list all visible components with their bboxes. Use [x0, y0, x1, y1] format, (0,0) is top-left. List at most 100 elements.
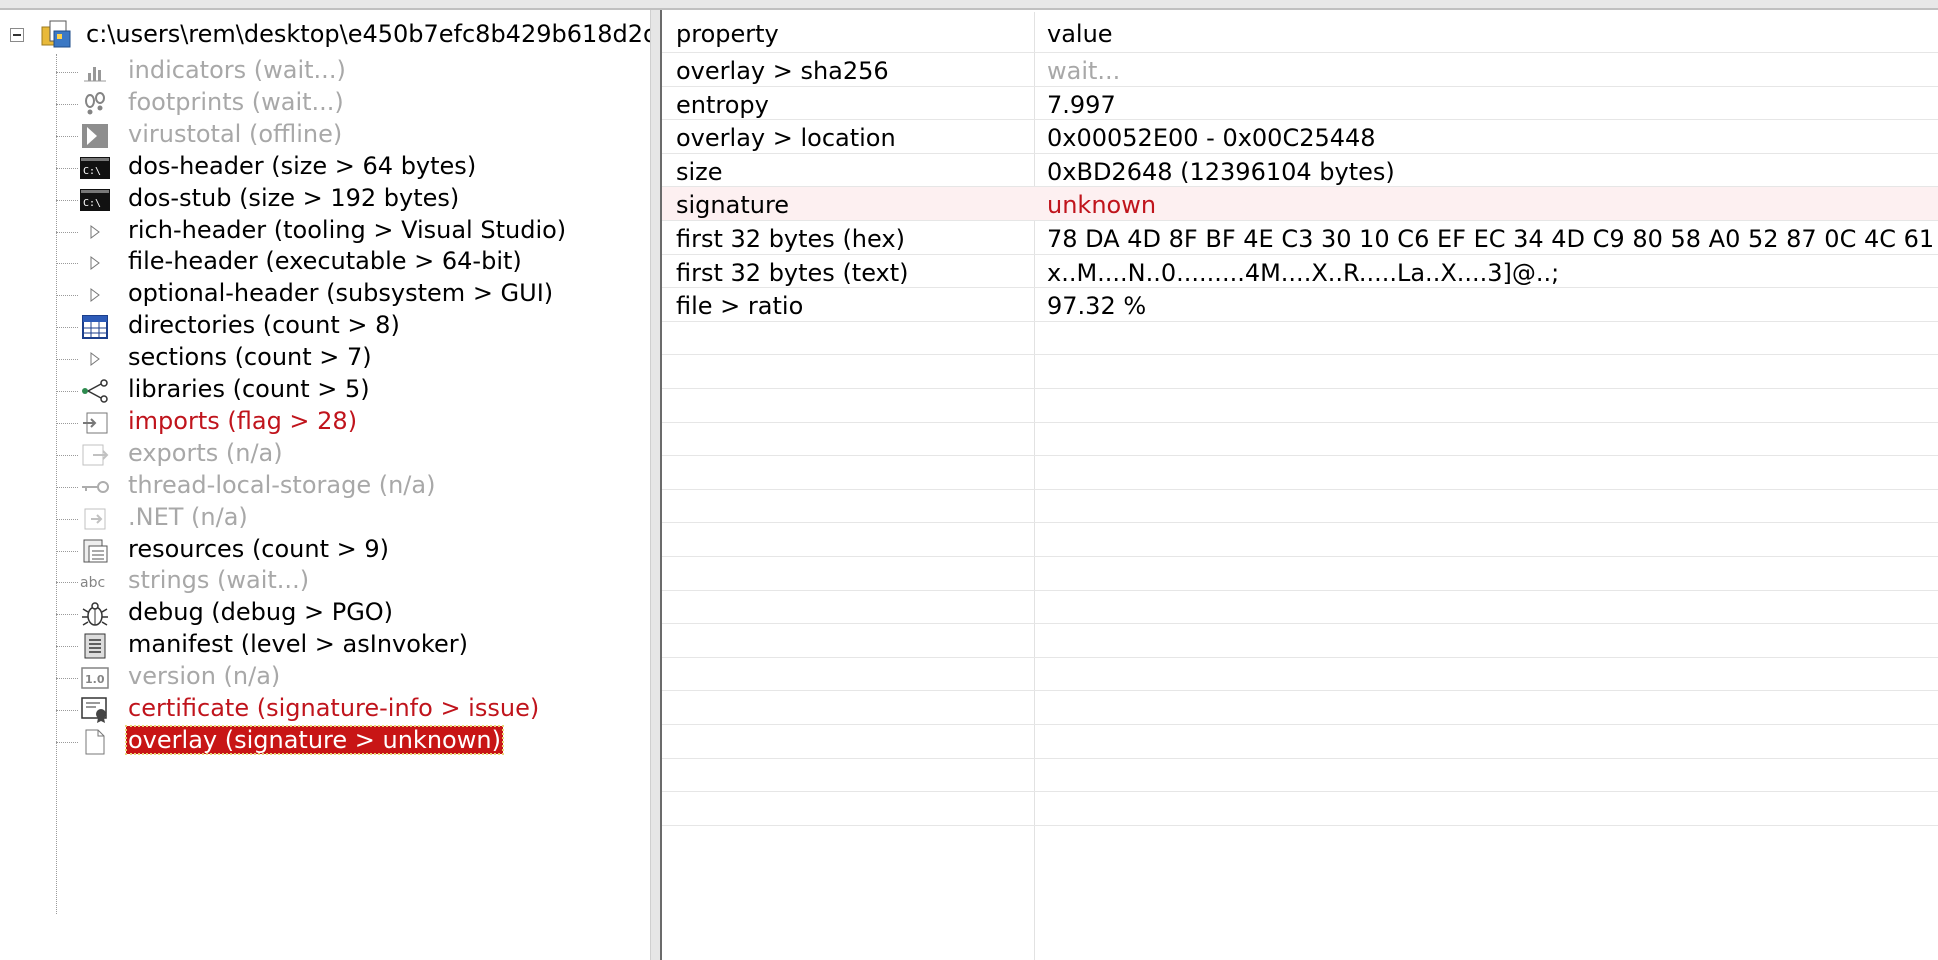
grid-row[interactable]: file > ratio 97.32 %	[662, 288, 1938, 322]
grid-empty-row	[662, 691, 1938, 725]
tree-connector	[56, 359, 78, 361]
tree-node[interactable]: sections (count > 7)	[56, 341, 646, 375]
tree-node[interactable]: 1.0 version (n/a)	[56, 660, 646, 694]
tree-node[interactable]: virustotal (offline)	[56, 118, 646, 152]
tree-connector	[56, 614, 78, 616]
tree-node-label[interactable]: libraries (count > 5)	[126, 375, 372, 403]
grid-cell-property: overlay > sha256	[676, 57, 889, 85]
tree-node-label[interactable]: directories (count > 8)	[126, 311, 402, 339]
tree-node[interactable]: exports (n/a)	[56, 437, 646, 471]
tree-node[interactable]: C:\ dos-stub (size > 192 bytes)	[56, 182, 646, 216]
tree-node[interactable]: rich-header (tooling > Visual Studio)	[56, 214, 646, 248]
footprints-icon	[80, 90, 110, 118]
tree-connector	[56, 550, 78, 552]
grid-cell-value: 0xBD2648 (12396104 bytes)	[1047, 157, 1395, 186]
tree-node-label[interactable]: dos-header (size > 64 bytes)	[126, 152, 478, 180]
triangle-right-icon	[80, 281, 110, 309]
grid-empty-row	[662, 557, 1938, 591]
tree-node-label[interactable]: debug (debug > PGO)	[126, 598, 395, 626]
tree-node[interactable]: libraries (count > 5)	[56, 373, 646, 407]
tree-node-label[interactable]: file-header (executable > 64-bit)	[126, 247, 524, 275]
dotnet-box-icon	[80, 505, 110, 533]
tree-connector	[56, 199, 78, 201]
tree-node[interactable]: certificate (signature-info > issue)	[56, 692, 646, 726]
tree-connector	[56, 422, 78, 424]
tree-connector	[56, 710, 78, 711]
tree-node[interactable]: abc strings (wait...)	[56, 564, 646, 598]
tree-node-label[interactable]: indicators (wait...)	[126, 56, 348, 84]
table-grid-icon	[80, 313, 110, 341]
tree-node-label[interactable]: sections (count > 7)	[126, 343, 374, 371]
tree-node-label[interactable]: virustotal (offline)	[126, 120, 344, 148]
key-icon	[80, 473, 110, 501]
tree-node[interactable]: indicators (wait...)	[56, 54, 646, 88]
grid-empty-row	[662, 456, 1938, 490]
grid-cell-value: wait...	[1047, 57, 1121, 85]
tree-root[interactable]: c:\users\rem\desktop\e450b7efc8b429b618d…	[0, 16, 650, 52]
tree-node-label[interactable]: thread-local-storage (n/a)	[126, 471, 437, 499]
tree-node[interactable]: footprints (wait...)	[56, 86, 646, 120]
pane-splitter[interactable]	[650, 10, 662, 960]
grid-cell-property: signature	[676, 191, 790, 220]
tree-node[interactable]: imports (flag > 28)	[56, 405, 646, 439]
grid-row[interactable]: overlay > location 0x00052E00 - 0x00C2544…	[662, 120, 1938, 154]
header-property[interactable]: property	[676, 20, 779, 48]
grid-row[interactable]: first 32 bytes (hex) 78 DA 4D 8F BF 4E C3…	[662, 221, 1938, 255]
tree-node-label[interactable]: overlay (signature > unknown)	[125, 724, 504, 755]
triangle-right-icon	[80, 218, 110, 246]
tree-connector	[56, 678, 78, 680]
tree-connector	[56, 518, 78, 520]
grid-cell-property: overlay > location	[676, 124, 896, 153]
collapse-toggle-icon[interactable]	[10, 28, 24, 42]
tree-node-label[interactable]: certificate (signature-info > issue)	[126, 694, 541, 722]
tree-node-label[interactable]: footprints (wait...)	[126, 88, 346, 116]
tree-node[interactable]: file-header (executable > 64-bit)	[56, 245, 646, 279]
tree-node-label[interactable]: exports (n/a)	[126, 439, 285, 467]
abc-text-icon: abc	[80, 568, 110, 596]
network-share-icon	[80, 377, 110, 405]
tree-node[interactable]: overlay (signature > unknown)	[56, 724, 646, 758]
tree-node[interactable]: debug (debug > PGO)	[56, 596, 646, 630]
tree-connector	[56, 486, 78, 488]
grid-row[interactable]: entropy 7.997	[662, 87, 1938, 121]
tree-node-label[interactable]: rich-header (tooling > Visual Studio)	[126, 216, 568, 244]
tree-node[interactable]: thread-local-storage (n/a)	[56, 469, 646, 503]
tree-node-label[interactable]: optional-header (subsystem > GUI)	[126, 279, 555, 307]
tree-node[interactable]: .NET (n/a)	[56, 501, 646, 535]
grid-header-row: property value	[662, 12, 1938, 53]
tree-node[interactable]: optional-header (subsystem > GUI)	[56, 277, 646, 311]
tree-node[interactable]: manifest (level > asInvoker)	[56, 628, 646, 662]
svg-text:abc: abc	[80, 575, 105, 591]
tree-node-label[interactable]: .NET (n/a)	[126, 503, 250, 531]
document-lines-icon	[80, 632, 110, 660]
tree-connector	[56, 72, 78, 73]
tree-pane[interactable]: c:\users\rem\desktop\e450b7efc8b429b618d…	[0, 10, 650, 960]
header-value[interactable]: value	[1047, 20, 1113, 48]
tree-node[interactable]: directories (count > 8)	[56, 309, 646, 343]
grid-empty-row	[662, 725, 1938, 759]
grid-row[interactable]: first 32 bytes (text) x..M....N..0.......…	[662, 255, 1938, 289]
grid-row[interactable]: size 0xBD2648 (12396104 bytes)	[662, 154, 1938, 188]
grid-row[interactable]: overlay > sha256 wait...	[662, 53, 1938, 87]
tree-node-label[interactable]: manifest (level > asInvoker)	[126, 630, 470, 658]
tree-connector	[56, 231, 78, 233]
grid-row[interactable]: signature unknown	[662, 187, 1938, 221]
tree-node[interactable]: C:\ dos-header (size > 64 bytes)	[56, 150, 646, 184]
tree-node-label[interactable]: dos-stub (size > 192 bytes)	[126, 184, 461, 212]
tree-node[interactable]: resources (count > 9)	[56, 533, 646, 567]
grid-empty-row	[662, 355, 1938, 389]
tree-node-label[interactable]: strings (wait...)	[126, 566, 311, 594]
tree-node-label[interactable]: imports (flag > 28)	[126, 407, 359, 435]
tree-connector	[56, 454, 78, 456]
bar-chart-icon	[80, 58, 110, 86]
root-path-label: c:\users\rem\desktop\e450b7efc8b429b618d…	[86, 20, 650, 48]
grid-empty-row	[662, 523, 1938, 557]
property-grid[interactable]: property value overlay > sha256 wait... en…	[662, 12, 1938, 960]
resources-icon	[80, 537, 110, 565]
console-icon: C:\	[80, 186, 110, 214]
tree-node-label[interactable]: version (n/a)	[126, 662, 282, 690]
import-box-icon	[80, 409, 110, 437]
tree-node-label[interactable]: resources (count > 9)	[126, 535, 391, 563]
tree-connector	[56, 295, 78, 297]
grid-empty-row	[662, 792, 1938, 826]
